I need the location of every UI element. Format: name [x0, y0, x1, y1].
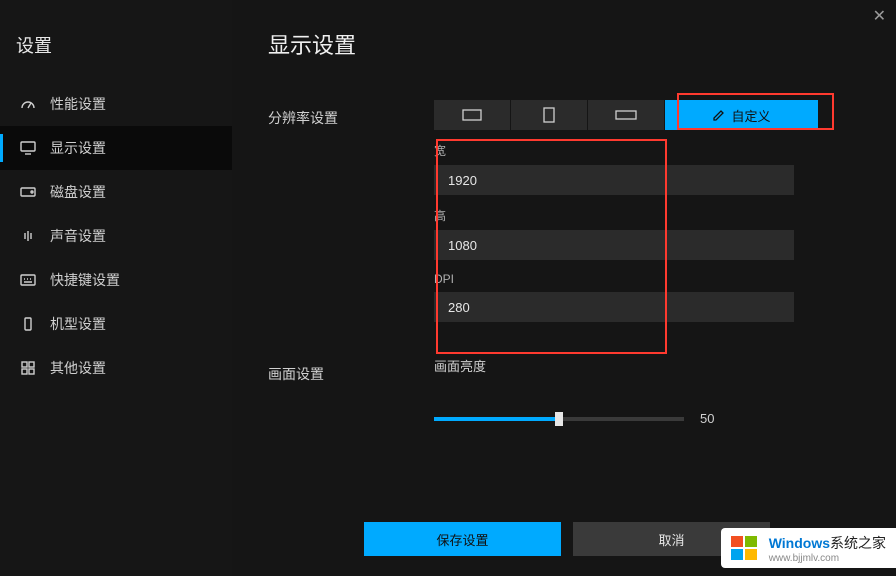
aspect-tab-custom[interactable]: 自定义 [665, 100, 818, 130]
sidebar-item-label: 性能设置 [50, 94, 106, 114]
monitor-icon [20, 141, 36, 155]
brightness-slider[interactable] [434, 417, 684, 421]
slider-thumb[interactable] [555, 412, 563, 426]
edit-icon [712, 109, 725, 122]
main-panel: 显示设置 分辨率设置 自定义 [232, 0, 896, 576]
sidebar-item-disk[interactable]: 磁盘设置 [0, 170, 232, 214]
sidebar-item-label: 磁盘设置 [50, 182, 106, 202]
disk-icon [20, 185, 36, 199]
custom-tab-label: 自定义 [731, 106, 770, 125]
picture-label: 画面设置 [268, 356, 434, 384]
keyboard-icon [20, 273, 36, 287]
watermark: Windows系统之家 www.bjjmlv.com [721, 528, 896, 568]
sidebar-item-device[interactable]: 机型设置 [0, 302, 232, 346]
dpi-input[interactable] [434, 292, 794, 322]
sidebar-item-shortcut[interactable]: 快捷键设置 [0, 258, 232, 302]
page-title: 显示设置 [268, 28, 860, 60]
sidebar-item-label: 显示设置 [50, 138, 106, 158]
sidebar-item-sound[interactable]: 声音设置 [0, 214, 232, 258]
phone-icon [20, 317, 36, 331]
sidebar-item-other[interactable]: 其他设置 [0, 346, 232, 390]
aspect-tabs: 自定义 [434, 100, 860, 130]
dpi-label: DPI [434, 272, 860, 286]
wide-icon [615, 109, 637, 121]
sidebar-item-label: 机型设置 [50, 314, 106, 334]
watermark-url: www.bjjmlv.com [769, 553, 886, 564]
sidebar-title: 设置 [0, 0, 232, 82]
sidebar-item-label: 声音设置 [50, 226, 106, 246]
sidebar-item-display[interactable]: 显示设置 [0, 126, 232, 170]
slider-fill [434, 417, 559, 421]
aspect-tab-wide[interactable] [588, 100, 665, 130]
resolution-section: 分辨率设置 自定义 [268, 100, 860, 322]
height-label: 高 [434, 207, 860, 224]
save-button[interactable]: 保存设置 [364, 522, 561, 556]
height-input[interactable] [434, 230, 794, 260]
width-input[interactable] [434, 165, 794, 195]
footer-buttons: 保存设置 取消 [364, 522, 770, 556]
grid-icon [20, 361, 36, 375]
sidebar-item-label: 其他设置 [50, 358, 106, 378]
brightness-value: 50 [700, 411, 714, 426]
windows-logo-icon [727, 532, 763, 564]
sidebar: 设置 性能设置 显示设置 磁盘设置 声音设置 [0, 0, 232, 576]
picture-section: 画面设置 画面亮度 50 [268, 356, 860, 426]
sidebar-item-performance[interactable]: 性能设置 [0, 82, 232, 126]
watermark-text: Windows系统之家 [769, 533, 886, 553]
active-indicator [0, 134, 3, 162]
width-label: 宽 [434, 142, 860, 159]
sound-icon [20, 229, 36, 243]
gauge-icon [20, 97, 36, 111]
sidebar-item-label: 快捷键设置 [50, 270, 120, 290]
aspect-tab-portrait[interactable] [511, 100, 588, 130]
portrait-icon [543, 107, 555, 123]
aspect-tab-landscape[interactable] [434, 100, 511, 130]
brightness-label: 画面亮度 [434, 356, 860, 375]
resolution-label: 分辨率设置 [268, 100, 434, 128]
landscape-icon [462, 108, 482, 122]
